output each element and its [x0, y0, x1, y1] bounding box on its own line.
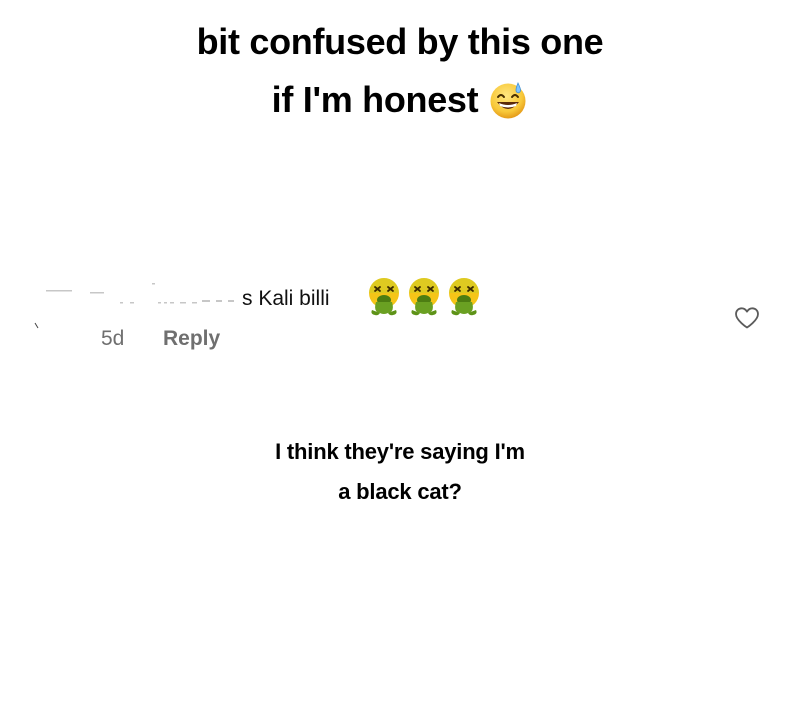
comment-timestamp: 5d [101, 327, 125, 350]
face-vomiting-icon [449, 278, 479, 316]
emoji-row [366, 276, 482, 316]
reply-button[interactable]: Reply [163, 326, 220, 352]
story-headline-line2: if I'm honest [271, 79, 479, 120]
face-vomiting-icon [409, 278, 439, 316]
blurred-username-icon [46, 283, 234, 304]
caption-line1: I think they're saying I'm [275, 439, 525, 464]
caption-line2: a black cat? [338, 479, 462, 504]
mark-icon [34, 322, 39, 329]
comment-text: s Kali billi [242, 287, 330, 310]
grinning-sweat-emoji-icon [490, 82, 526, 119]
story-canvas: bit confused by this one if I'm honest s… [0, 0, 800, 708]
heart-outline-icon[interactable] [734, 306, 760, 330]
story-headline-line2-row: if I'm honest [0, 78, 800, 122]
face-vomiting-icon [369, 278, 399, 316]
story-headline-line1: bit confused by this one [196, 21, 604, 62]
comment-item: s Kali billi 5d Reply [0, 262, 800, 362]
